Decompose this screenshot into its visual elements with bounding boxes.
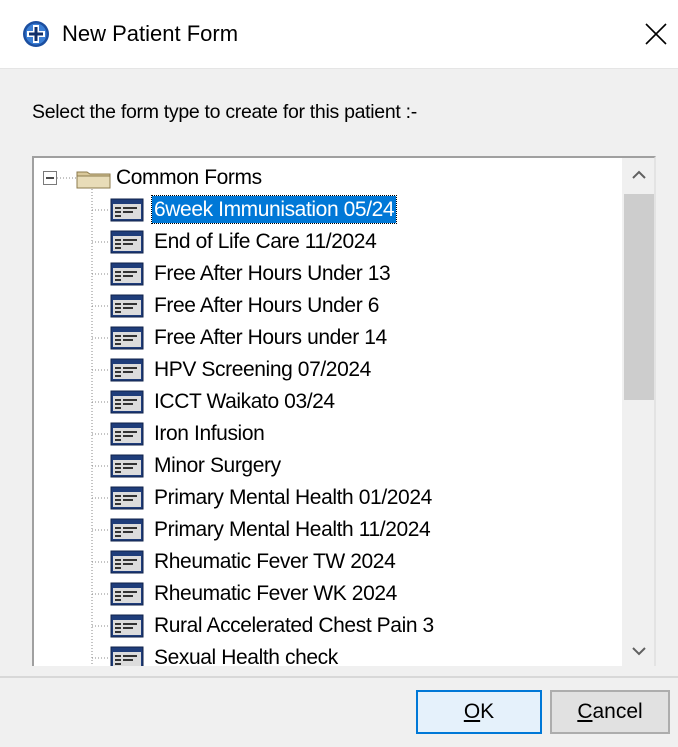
tree-item[interactable]: ICCT Waikato 03/24 <box>34 386 622 418</box>
form-icon <box>110 646 144 666</box>
tree-item[interactable]: Primary Mental Health 01/2024 <box>34 482 622 514</box>
button-bar: OK Cancel <box>0 676 678 747</box>
tree-item[interactable]: Minor Surgery <box>34 450 622 482</box>
tree-item-label: Rheumatic Fever WK 2024 <box>154 582 397 605</box>
tree-item-label: Primary Mental Health 11/2024 <box>154 518 431 541</box>
form-icon <box>110 614 144 638</box>
form-icon <box>110 358 144 382</box>
form-icon <box>110 198 144 222</box>
form-icon <box>110 454 144 478</box>
tree-item-label: Sexual Health check <box>154 646 338 666</box>
tree-item[interactable]: Rural Accelerated Chest Pain 3 <box>34 610 622 642</box>
tree-item-label: Iron Infusion <box>154 422 265 445</box>
tree-item[interactable]: Rheumatic Fever WK 2024 <box>34 578 622 610</box>
tree-item-label: HPV Screening 07/2024 <box>154 358 371 381</box>
form-icon <box>110 550 144 574</box>
minus-box-icon[interactable] <box>43 171 57 185</box>
prompt-label: Select the form type to create for this … <box>32 101 417 123</box>
form-icon <box>110 294 144 318</box>
form-icon <box>110 582 144 606</box>
window-title: New Patient Form <box>62 21 239 46</box>
tree-item[interactable]: Rheumatic Fever TW 2024 <box>34 546 622 578</box>
medtech-cross-icon <box>23 21 49 47</box>
tree-item[interactable]: 6week Immunisation 05/24 <box>34 194 622 226</box>
tree-item-label: Minor Surgery <box>154 454 281 477</box>
form-icon <box>110 390 144 414</box>
tree-item[interactable]: Iron Infusion <box>34 418 622 450</box>
tree-item[interactable]: Free After Hours under 14 <box>34 322 622 354</box>
tree-item-label: 6week Immunisation 05/24 <box>150 195 398 224</box>
tree-item[interactable]: Free After Hours Under 13 <box>34 258 622 290</box>
form-icon <box>110 326 144 350</box>
tree-item-label: Primary Mental Health 01/2024 <box>154 486 432 509</box>
chevron-down-icon[interactable] <box>622 634 656 666</box>
tree-item-label: End of Life Care 11/2024 <box>154 230 377 253</box>
vertical-scrollbar[interactable] <box>622 158 656 666</box>
cancel-button[interactable]: Cancel <box>550 690 670 734</box>
tree-item-label: Rural Accelerated Chest Pain 3 <box>154 614 434 637</box>
scrollbar-thumb[interactable] <box>624 194 654 400</box>
form-icon <box>110 422 144 446</box>
tree-item[interactable]: HPV Screening 07/2024 <box>34 354 622 386</box>
title-bar: New Patient Form <box>0 0 678 69</box>
form-icon <box>110 518 144 542</box>
close-icon[interactable] <box>636 14 676 54</box>
folder-icon <box>76 171 111 189</box>
tree-item[interactable]: Sexual Health check <box>34 642 622 666</box>
tree-item-label: Rheumatic Fever TW 2024 <box>154 550 396 573</box>
tree-item[interactable]: Free After Hours Under 6 <box>34 290 622 322</box>
new-patient-form-dialog: New Patient Form Select the form type to… <box>0 0 678 747</box>
tree-root-common-forms[interactable]: Common Forms <box>34 162 622 194</box>
form-icon <box>110 486 144 510</box>
form-type-tree: Common Forms 6week Immunisation 05/24 End… <box>32 156 656 666</box>
chevron-up-icon[interactable] <box>622 158 656 192</box>
form-icon <box>110 262 144 286</box>
tree-item-label: ICCT Waikato 03/24 <box>154 390 335 413</box>
tree-item[interactable]: Primary Mental Health 11/2024 <box>34 514 622 546</box>
tree-item-label: Free After Hours Under 13 <box>154 262 391 285</box>
tree-root-label: Common Forms <box>116 166 262 189</box>
form-icon <box>110 230 144 254</box>
tree-item[interactable]: End of Life Care 11/2024 <box>34 226 622 258</box>
tree-item-label: Free After Hours under 14 <box>154 326 387 349</box>
tree-item-label: Free After Hours Under 6 <box>154 294 379 317</box>
ok-button[interactable]: OK <box>416 690 542 734</box>
tree-view[interactable]: Common Forms 6week Immunisation 05/24 End… <box>34 158 622 666</box>
